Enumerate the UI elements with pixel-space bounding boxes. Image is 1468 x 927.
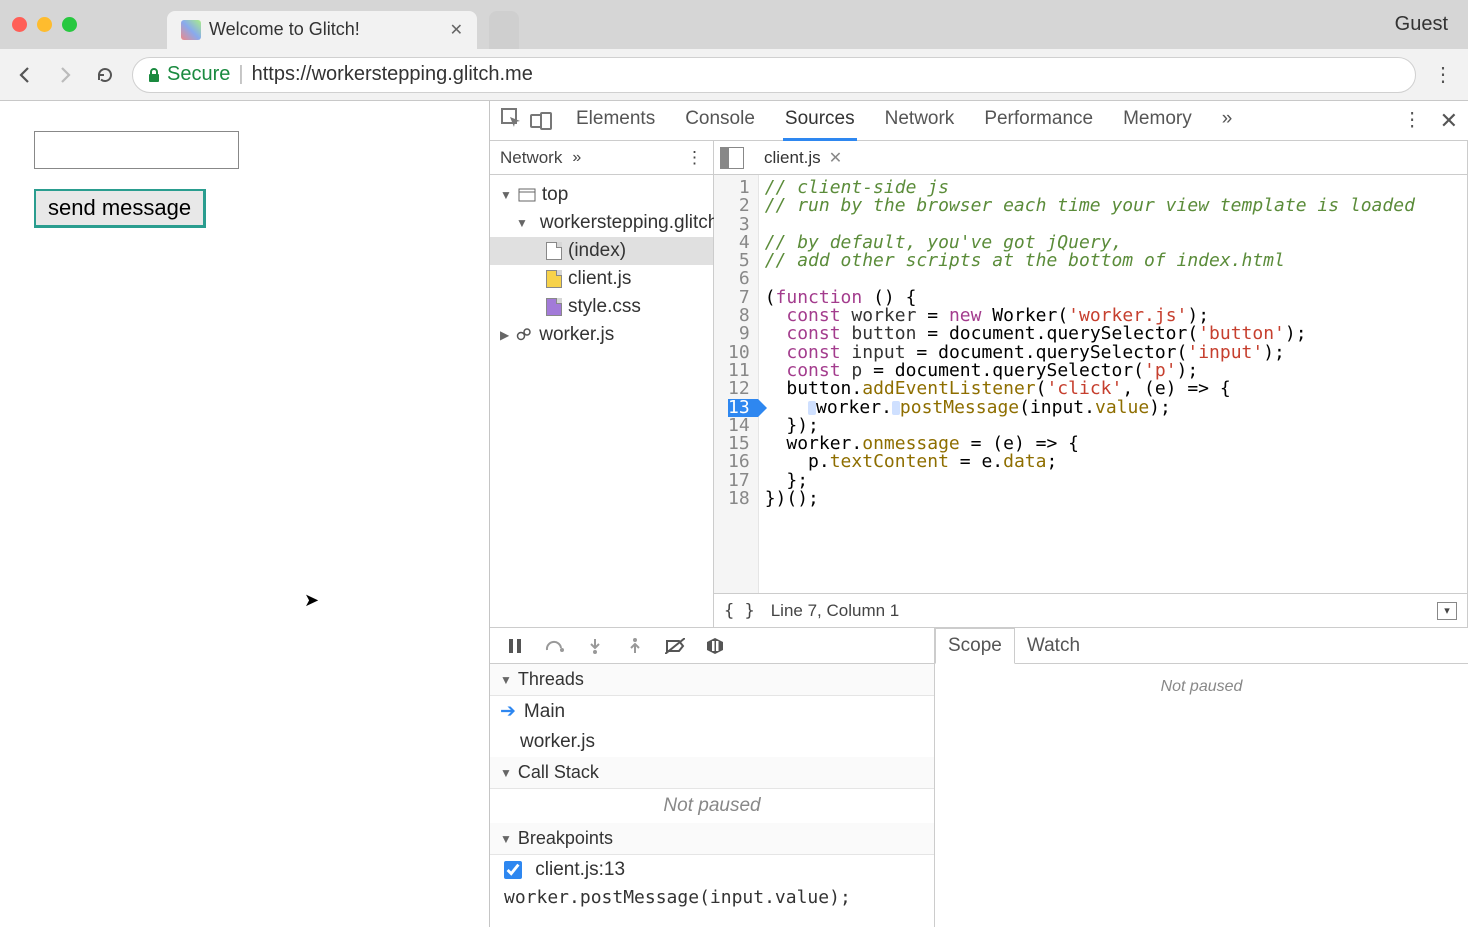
navigator-menu-icon[interactable]: ⋮	[686, 148, 703, 168]
editor-status-bar: { } Line 7, Column 1 ▾	[714, 593, 1467, 627]
deactivate-breakpoints-icon[interactable]	[664, 635, 686, 657]
cursor-position: Line 7, Column 1	[771, 601, 900, 621]
code-text: // client-side js // run by the browser …	[759, 175, 1421, 593]
secure-indicator: Secure	[147, 63, 230, 86]
favicon-icon	[181, 20, 201, 40]
breakpoint-code: worker.postMessage(input.value);	[490, 885, 934, 914]
tab-performance[interactable]: Performance	[982, 100, 1095, 141]
secure-label: Secure	[167, 63, 230, 86]
gutter[interactable]: 123456789101112131415161718	[714, 175, 759, 593]
inspect-icon[interactable]	[500, 107, 522, 135]
tab-watch[interactable]: Watch	[1015, 629, 1092, 663]
pause-exceptions-icon[interactable]	[704, 635, 726, 657]
file-tree: ▼top ▼workerstepping.glitch (index) clie…	[490, 175, 713, 627]
step-out-icon[interactable]	[624, 635, 646, 657]
devtools-panel-tabs: Elements Console Sources Network Perform…	[574, 100, 1234, 141]
debugger-pane: ▼Threads ➔Main worker.js ▼Call Stack Not…	[490, 627, 1468, 927]
new-tab-button[interactable]	[489, 11, 519, 49]
file-icon	[546, 242, 562, 260]
tab-console[interactable]: Console	[683, 100, 757, 141]
forward-button	[52, 62, 78, 88]
navigator-more-icon[interactable]: »	[572, 149, 581, 167]
toggle-drawer-icon[interactable]: ▾	[1437, 602, 1457, 620]
debugger-toolbar	[490, 628, 934, 664]
breakpoint-item[interactable]: client.js:13	[490, 855, 934, 885]
url-text: https://workerstepping.glitch.me	[252, 63, 533, 86]
callstack-state: Not paused	[490, 789, 934, 823]
tab-bar: Welcome to Glitch! ✕ Guest	[0, 0, 1468, 49]
device-toggle-icon[interactable]	[530, 114, 548, 128]
file-tab-clientjs[interactable]: client.js ✕	[754, 143, 852, 173]
send-message-button[interactable]: send message	[34, 189, 206, 228]
thread-worker[interactable]: worker.js	[490, 727, 934, 757]
gear-icon	[515, 326, 533, 344]
pause-icon[interactable]	[504, 635, 526, 657]
window-icon	[518, 188, 536, 202]
tab-elements[interactable]: Elements	[574, 100, 657, 141]
editor-pane: client.js ✕ 123456789101112131415161718 …	[714, 141, 1468, 627]
thread-main[interactable]: ➔Main	[490, 696, 934, 727]
breakpoints-header[interactable]: ▼Breakpoints	[490, 823, 934, 855]
tree-file-stylecss[interactable]: style.css	[490, 293, 713, 321]
navigator-tab-network[interactable]: Network	[500, 148, 562, 168]
threads-header[interactable]: ▼Threads	[490, 664, 934, 696]
close-file-icon[interactable]: ✕	[829, 148, 842, 168]
tree-file-index[interactable]: (index)	[490, 237, 713, 265]
page-content: send message	[0, 101, 490, 927]
tab-sources[interactable]: Sources	[783, 100, 857, 141]
devtools-menu-icon[interactable]: ⋮	[1403, 109, 1422, 132]
tab-network[interactable]: Network	[883, 100, 957, 141]
tab-memory[interactable]: Memory	[1121, 100, 1194, 141]
close-tab-icon[interactable]: ✕	[450, 20, 463, 40]
address-bar: Secure | https://workerstepping.glitch.m…	[0, 49, 1468, 101]
tab-title: Welcome to Glitch!	[209, 19, 360, 40]
more-tabs-icon[interactable]: »	[1220, 100, 1235, 141]
tree-file-clientjs[interactable]: client.js	[490, 265, 713, 293]
tree-worker[interactable]: ▶worker.js	[490, 321, 713, 349]
step-over-icon[interactable]	[544, 635, 566, 657]
code-editor[interactable]: 123456789101112131415161718 // client-si…	[714, 175, 1467, 593]
message-input[interactable]	[34, 131, 239, 169]
breakpoint-checkbox[interactable]	[504, 861, 522, 879]
profile-label[interactable]: Guest	[1395, 13, 1448, 36]
step-into-icon[interactable]	[584, 635, 606, 657]
window-controls	[12, 17, 77, 32]
css-file-icon	[546, 298, 562, 316]
sources-navigator: Network » ⋮ ▼top ▼workerstepping.glitch …	[490, 141, 714, 627]
js-file-icon	[546, 270, 562, 288]
tree-domain[interactable]: ▼workerstepping.glitch	[490, 209, 713, 237]
lock-icon	[147, 67, 161, 83]
pretty-print-icon[interactable]: { }	[724, 601, 755, 621]
close-devtools-icon[interactable]: ✕	[1440, 108, 1458, 134]
breakpoint-file: client.js:13	[535, 859, 625, 880]
minimize-window-icon[interactable]	[37, 17, 52, 32]
tree-top[interactable]: ▼top	[490, 181, 713, 209]
devtools-toolbar: Elements Console Sources Network Perform…	[490, 101, 1468, 141]
reload-button[interactable]	[92, 62, 118, 88]
scope-state: Not paused	[935, 672, 1468, 702]
back-button[interactable]	[12, 62, 38, 88]
url-input[interactable]: Secure | https://workerstepping.glitch.m…	[132, 57, 1416, 93]
close-window-icon[interactable]	[12, 17, 27, 32]
zoom-window-icon[interactable]	[62, 17, 77, 32]
breakpoint-marker[interactable]: 13	[728, 399, 758, 417]
devtools: Elements Console Sources Network Perform…	[490, 101, 1468, 927]
tab-scope[interactable]: Scope	[935, 628, 1015, 664]
browser-tab[interactable]: Welcome to Glitch! ✕	[167, 11, 477, 49]
toggle-navigator-icon[interactable]	[720, 147, 744, 169]
callstack-header[interactable]: ▼Call Stack	[490, 757, 934, 789]
browser-menu-icon[interactable]: ⋮	[1430, 62, 1456, 87]
